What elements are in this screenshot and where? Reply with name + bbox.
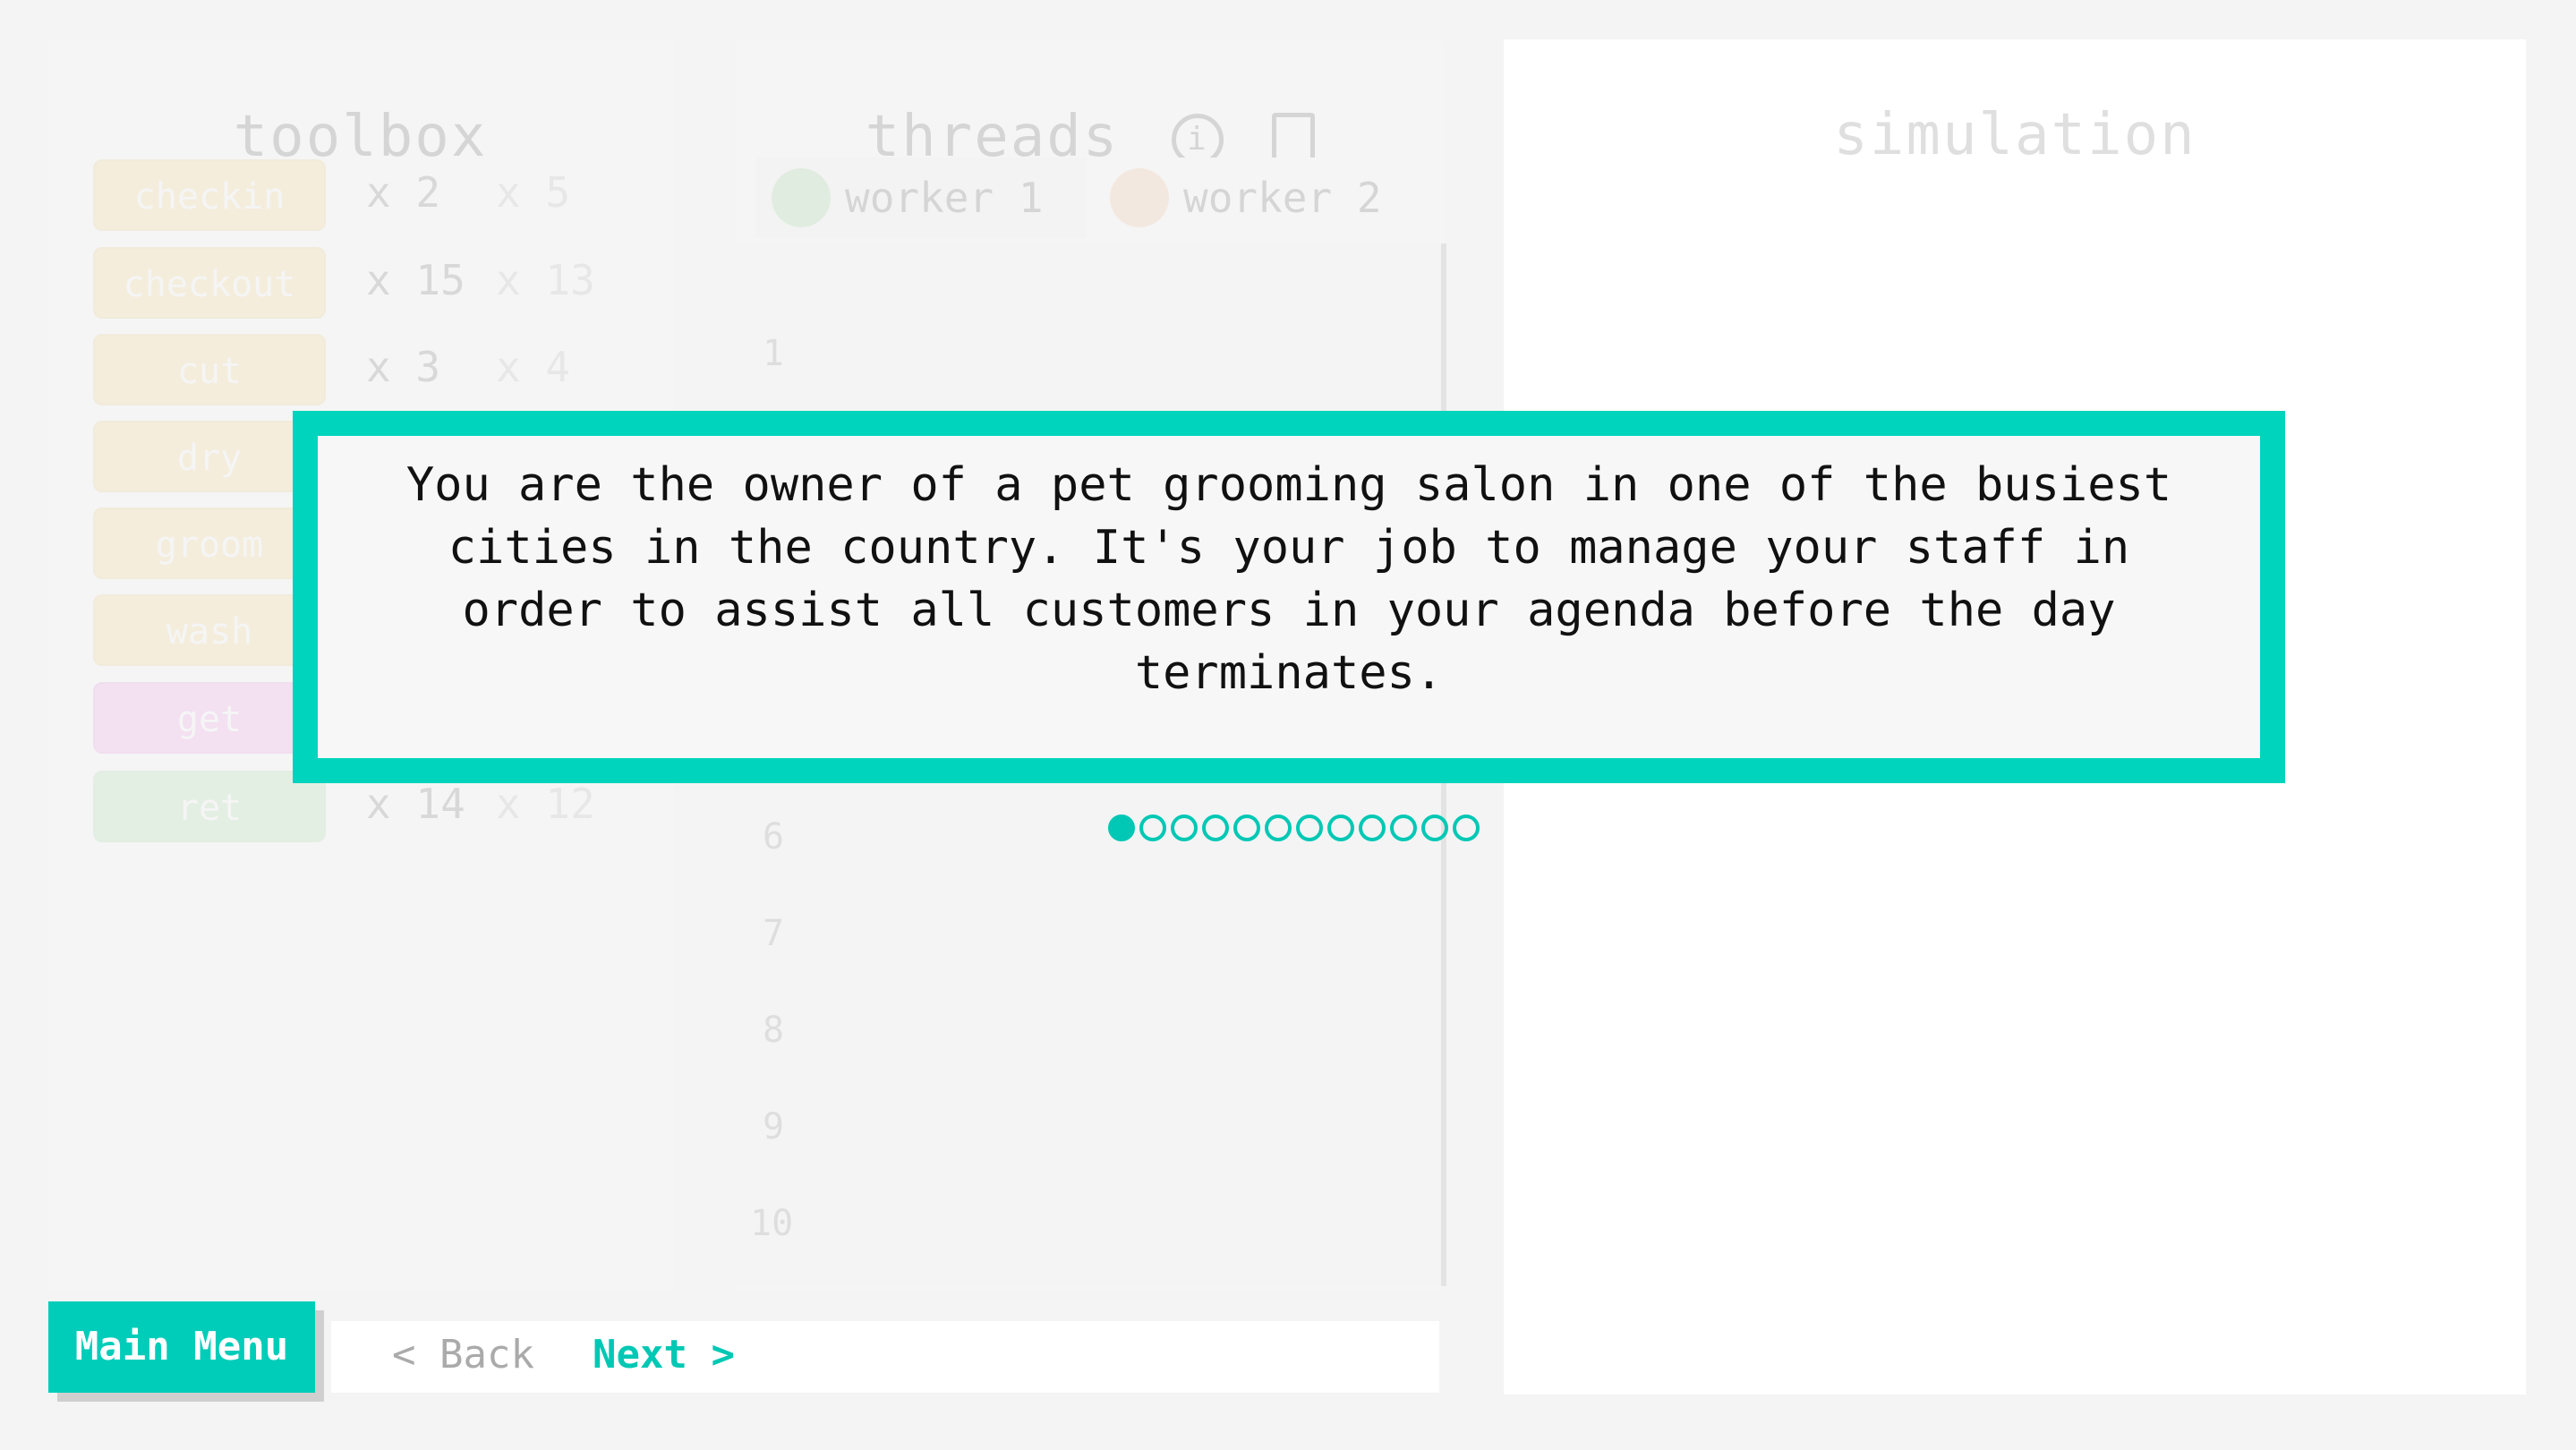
tab-label: worker 2 [1183,174,1382,222]
tool-count: x 3 [366,343,441,391]
tutorial-dialog-body: You are the owner of a pet grooming salo… [318,436,2260,758]
tool-chip-7[interactable]: ret [93,771,326,842]
tool-chip-5[interactable]: wash [93,594,326,666]
simulation-title: simulation [1833,102,2196,168]
page-dot[interactable] [1390,815,1417,841]
line-number: 10 [750,1203,794,1244]
tool-count: x 14 [366,780,465,828]
page-dot[interactable] [1327,815,1354,841]
page-dot[interactable] [1453,815,1480,841]
tab-label: worker 1 [845,174,1044,222]
tutorial-nav-bar: < Back Next > [331,1321,1439,1393]
page-dot[interactable] [1359,815,1386,841]
back-button[interactable]: < Back [392,1332,534,1378]
main-menu-button[interactable]: Main Menu [48,1301,315,1393]
line-number: 6 [763,816,785,857]
line-number: 9 [763,1106,785,1147]
line-number: 8 [763,1010,785,1051]
tool-chip-4[interactable]: groom [93,508,326,579]
tab-worker-1[interactable]: worker 1 [755,158,1087,238]
line-number: 7 [763,913,785,954]
tool-count-secondary: x 5 [496,168,571,217]
tool-count-secondary: x 13 [496,256,595,304]
tool-count: x 2 [366,168,441,217]
page-dot[interactable] [1265,815,1292,841]
page-dot[interactable] [1233,815,1260,841]
tab-worker-2[interactable]: worker 2 [1094,158,1434,238]
tool-count: x 15 [366,256,465,304]
tool-count-secondary: x 12 [496,780,595,828]
tool-chip-1[interactable]: checkout [93,247,326,319]
worker-avatar-icon [1110,168,1169,227]
tutorial-text: You are the owner of a pet grooming salo… [405,458,2172,700]
page-dot[interactable] [1296,815,1323,841]
page-dot[interactable] [1421,815,1448,841]
line-number: 1 [763,333,785,374]
page-dot[interactable] [1171,815,1198,841]
tool-chip-6[interactable]: get [93,682,326,754]
tutorial-dialog: You are the owner of a pet grooming salo… [293,411,2285,783]
page-indicator [1108,815,1480,843]
next-button[interactable]: Next > [593,1332,735,1378]
page-dot[interactable] [1202,815,1229,841]
tool-chip-3[interactable]: dry [93,421,326,492]
page-dot[interactable] [1108,815,1135,841]
worker-avatar-icon [772,168,831,227]
page-dot[interactable] [1139,815,1166,841]
tool-count-secondary: x 4 [496,343,571,391]
tool-chip-2[interactable]: cut [93,334,326,405]
tool-chip-0[interactable]: checkin [93,159,326,231]
